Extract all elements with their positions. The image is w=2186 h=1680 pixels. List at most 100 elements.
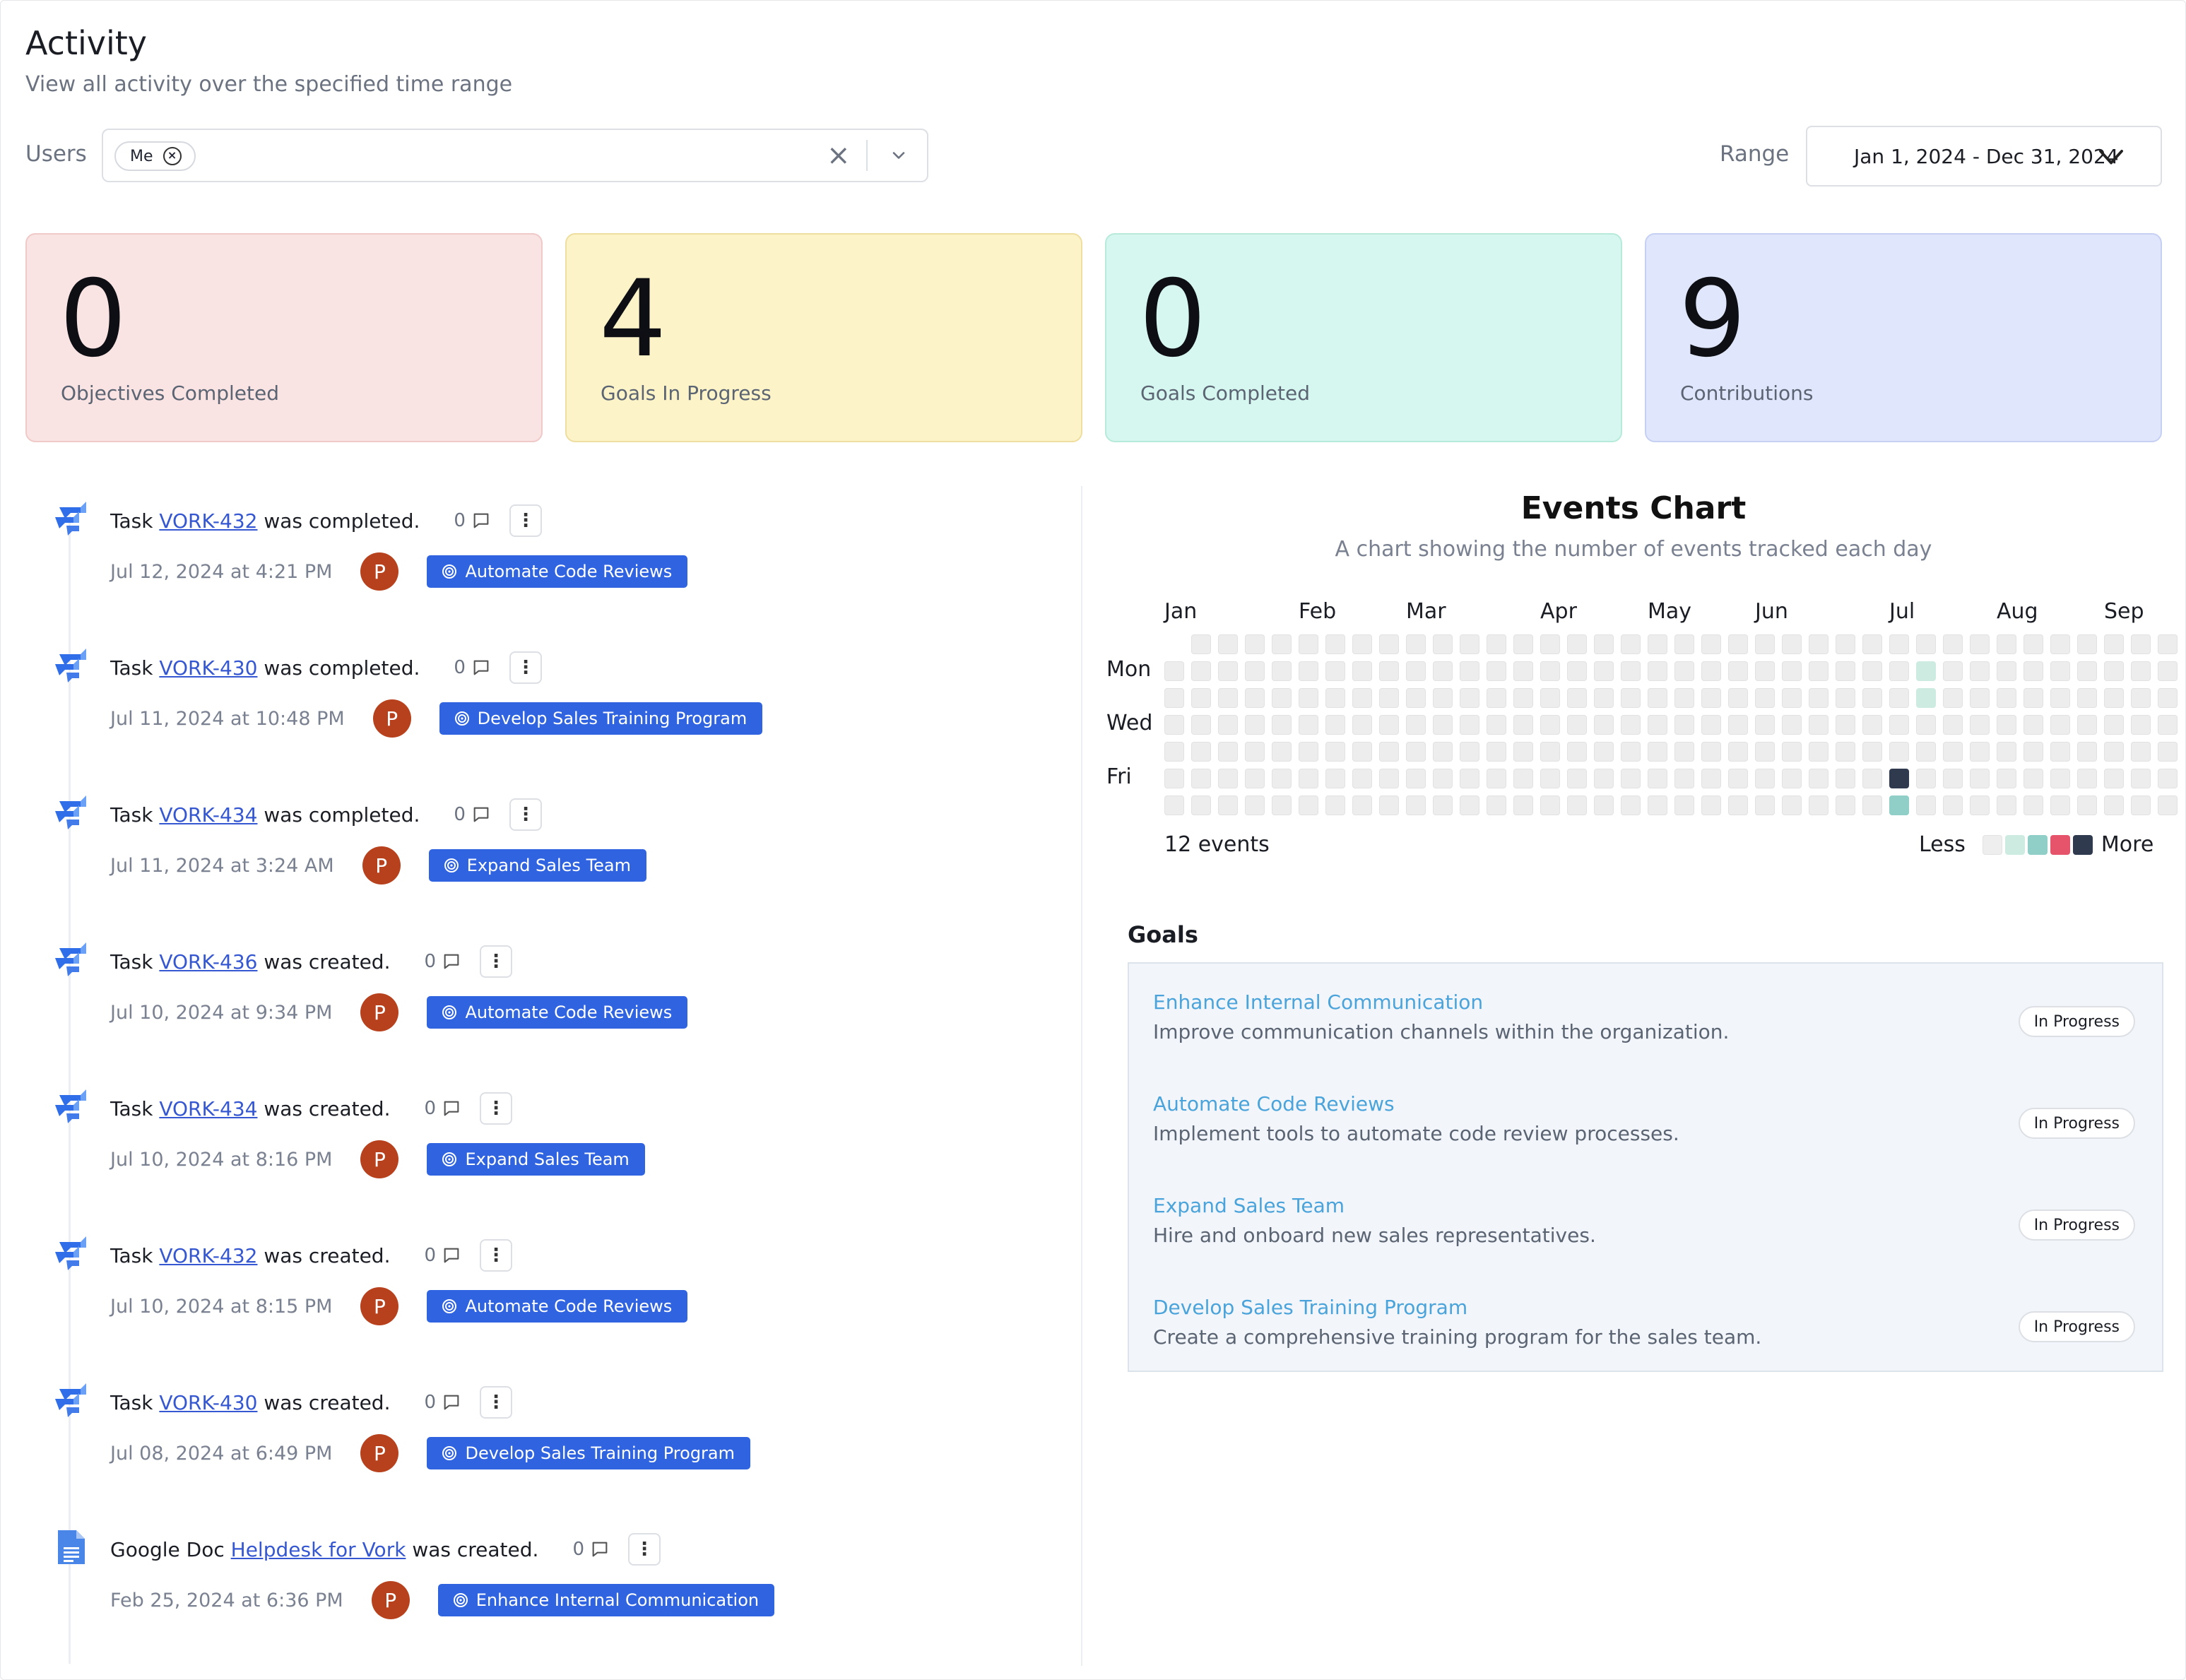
heatmap-cell[interactable] — [1164, 715, 1184, 735]
heatmap-cell[interactable] — [1164, 795, 1184, 815]
heatmap-cell[interactable] — [1755, 688, 1775, 708]
heatmap-cell[interactable] — [2023, 688, 2043, 708]
heatmap-cell[interactable] — [1782, 661, 1802, 681]
heatmap-cell[interactable] — [2104, 661, 2124, 681]
heatmap-cell[interactable] — [1809, 769, 1828, 788]
heatmap-cell[interactable] — [1272, 769, 1292, 788]
heatmap-cell[interactable] — [1218, 795, 1238, 815]
users-select[interactable]: Me × × — [102, 129, 928, 182]
heatmap-cell[interactable] — [1487, 715, 1506, 735]
heatmap-cell[interactable] — [1782, 715, 1802, 735]
heatmap-cell[interactable] — [2131, 715, 2151, 735]
heatmap-cell[interactable] — [2131, 795, 2151, 815]
heatmap-cell[interactable] — [1594, 661, 1614, 681]
heatmap-cell[interactable] — [1862, 742, 1882, 762]
heatmap-cell[interactable] — [1406, 634, 1426, 654]
heatmap-cell[interactable] — [1621, 769, 1641, 788]
heatmap-cell[interactable] — [1164, 688, 1184, 708]
heatmap-cell[interactable] — [2023, 661, 2043, 681]
heatmap-cell[interactable] — [2131, 661, 2151, 681]
heatmap-cell[interactable] — [1621, 661, 1641, 681]
heatmap-cell[interactable] — [1648, 661, 1667, 681]
heatmap-cell[interactable] — [1513, 688, 1533, 708]
heatmap-cell[interactable] — [2050, 795, 2070, 815]
heatmap-cell[interactable] — [1809, 795, 1828, 815]
heatmap-cell[interactable] — [2131, 688, 2151, 708]
heatmap-cell[interactable] — [1755, 661, 1775, 681]
heatmap-cell[interactable] — [1836, 742, 1855, 762]
activity-link[interactable]: Helpdesk for Vork — [231, 1538, 406, 1561]
heatmap-cell[interactable] — [1325, 688, 1345, 708]
heatmap-cell[interactable] — [1540, 795, 1560, 815]
heatmap-cell[interactable] — [1836, 634, 1855, 654]
heatmap-cell[interactable] — [1567, 715, 1587, 735]
heatmap-cell[interactable] — [1191, 688, 1211, 708]
heatmap-cell[interactable] — [2077, 661, 2097, 681]
heatmap-cell[interactable] — [1487, 795, 1506, 815]
heatmap-cell[interactable] — [1245, 688, 1265, 708]
heatmap-cell[interactable] — [1460, 769, 1479, 788]
heatmap-cell[interactable] — [1889, 742, 1909, 762]
heatmap-cell[interactable] — [1916, 715, 1936, 735]
heatmap-cell[interactable] — [1540, 715, 1560, 735]
heatmap-cell[interactable] — [1191, 795, 1211, 815]
heatmap-cell[interactable] — [2158, 715, 2178, 735]
heatmap-cell[interactable] — [1567, 795, 1587, 815]
heatmap-cell[interactable] — [1809, 634, 1828, 654]
heatmap-cell[interactable] — [2023, 634, 2043, 654]
heatmap-cell[interactable] — [2077, 634, 2097, 654]
heatmap-cell[interactable] — [1379, 688, 1399, 708]
heatmap-cell[interactable] — [1433, 742, 1453, 762]
goal-tag[interactable]: Expand Sales Team — [428, 849, 646, 882]
heatmap-cell[interactable] — [1755, 634, 1775, 654]
heatmap-cell[interactable] — [1325, 742, 1345, 762]
activity-link[interactable]: VORK-430 — [159, 1391, 257, 1414]
heatmap-cell[interactable] — [1540, 661, 1560, 681]
heatmap-cell[interactable] — [1245, 715, 1265, 735]
comment-count[interactable]: 0 — [572, 1539, 610, 1560]
heatmap-cell[interactable] — [1970, 715, 1990, 735]
heatmap-cell[interactable] — [1674, 769, 1694, 788]
heatmap-cell[interactable] — [2050, 742, 2070, 762]
goal-name-link[interactable]: Develop Sales Training Program — [1153, 1296, 1467, 1319]
heatmap-cell[interactable] — [1460, 661, 1479, 681]
heatmap-cell[interactable] — [1513, 795, 1533, 815]
avatar[interactable]: P — [360, 993, 399, 1031]
heatmap-cell[interactable] — [1406, 769, 1426, 788]
heatmap-cell[interactable] — [1836, 769, 1855, 788]
heatmap-cell[interactable] — [1621, 634, 1641, 654]
heatmap-cell[interactable] — [1594, 634, 1614, 654]
heatmap-cell[interactable] — [2023, 715, 2043, 735]
heatmap-cell[interactable] — [1433, 715, 1453, 735]
heatmap-cell[interactable] — [1943, 769, 1963, 788]
heatmap-cell[interactable] — [1513, 661, 1533, 681]
heatmap-cell[interactable] — [1916, 795, 1936, 815]
goal-tag[interactable]: Develop Sales Training Program — [439, 702, 763, 735]
heatmap-cell[interactable] — [1782, 769, 1802, 788]
heatmap-cell[interactable] — [2023, 795, 2043, 815]
avatar[interactable]: P — [362, 846, 401, 885]
heatmap-cell[interactable] — [1433, 661, 1453, 681]
heatmap-cell[interactable] — [1218, 742, 1238, 762]
heatmap-cell[interactable] — [1299, 634, 1318, 654]
heatmap-cell[interactable] — [1352, 715, 1372, 735]
goal-tag[interactable]: Automate Code Reviews — [427, 555, 688, 588]
heatmap-cell[interactable] — [1191, 715, 1211, 735]
heatmap-cell[interactable] — [1406, 742, 1426, 762]
heatmap-cell[interactable] — [1460, 688, 1479, 708]
heatmap-cell[interactable] — [1540, 769, 1560, 788]
heatmap-cell[interactable] — [1325, 769, 1345, 788]
heatmap-cell[interactable] — [1809, 688, 1828, 708]
heatmap-cell[interactable] — [1487, 769, 1506, 788]
heatmap-cell[interactable] — [1755, 795, 1775, 815]
more-options-icon[interactable]: ⋮ — [480, 1386, 513, 1419]
heatmap-cell[interactable] — [1862, 715, 1882, 735]
comment-count[interactable]: 0 — [424, 951, 461, 972]
goal-tag[interactable]: Automate Code Reviews — [427, 1290, 688, 1323]
heatmap-cell[interactable] — [1701, 742, 1721, 762]
heatmap-cell[interactable] — [1648, 742, 1667, 762]
heatmap-cell[interactable] — [1889, 634, 1909, 654]
heatmap-cell[interactable] — [1164, 769, 1184, 788]
heatmap-cell[interactable] — [2158, 742, 2178, 762]
more-options-icon[interactable]: ⋮ — [480, 945, 513, 978]
